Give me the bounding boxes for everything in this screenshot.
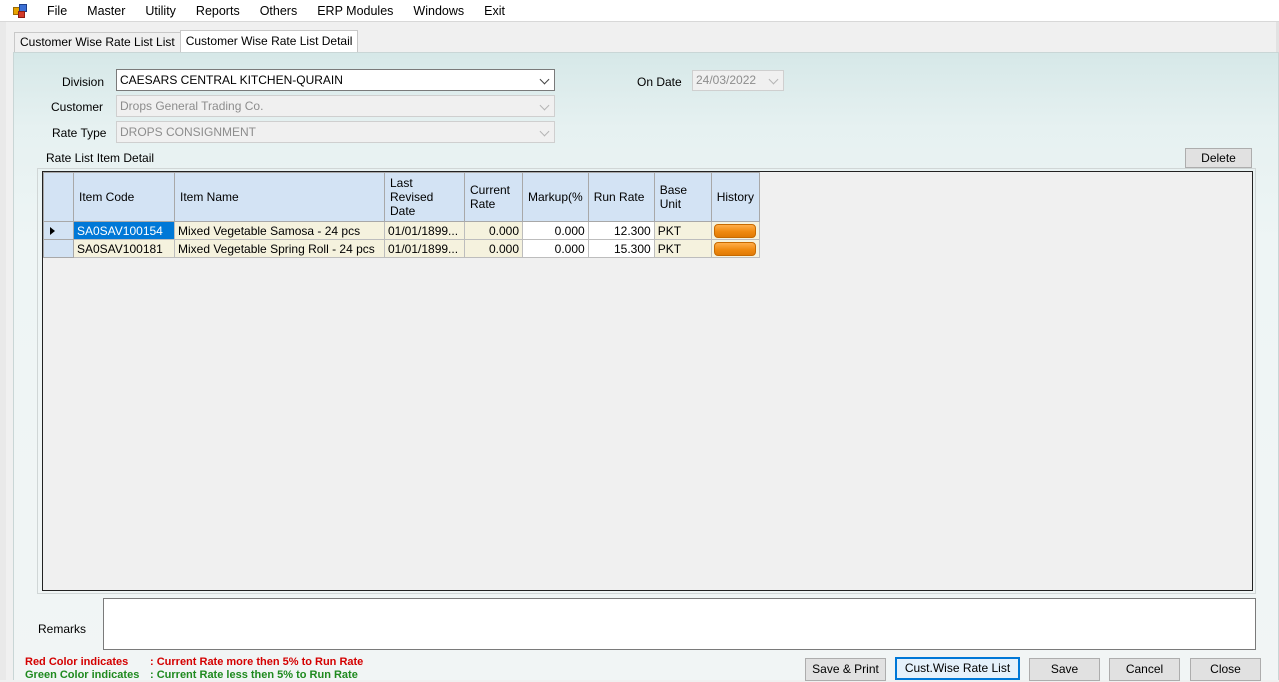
menu-exit[interactable]: Exit (474, 0, 515, 22)
cell-item-name[interactable]: Mixed Vegetable Samosa - 24 pcs (174, 221, 385, 240)
cell-last-revised-date[interactable]: 01/01/1899... (384, 221, 465, 240)
cell-base-unit[interactable]: PKT (653, 221, 712, 240)
tab-strip: Customer Wise Rate List List Customer Wi… (14, 30, 359, 53)
legend-green-prefix: Green Color indicates (25, 669, 140, 681)
grid-header-row: Item Code Item Name Last Revised Date Cu… (43, 172, 761, 222)
close-button[interactable]: Close (1190, 658, 1261, 681)
cell-current-rate[interactable]: 0.000 (464, 221, 523, 240)
cell-history (710, 221, 761, 240)
app-icon[interactable] (13, 3, 27, 18)
rate-type-value: DROPS CONSIGNMENT (120, 125, 257, 139)
menu-reports[interactable]: Reports (186, 0, 250, 22)
cell-last-revised-date[interactable]: 01/01/1899... (384, 239, 465, 258)
col-current-rate[interactable]: Current Rate (464, 172, 523, 222)
legend-green-text: : Current Rate less then 5% to Run Rate (150, 669, 358, 681)
remarks-label: Remarks (38, 622, 87, 636)
cell-item-code[interactable]: SA0SAV100154 (73, 221, 175, 240)
chevron-down-icon (768, 74, 779, 85)
on-date-picker[interactable]: 24/03/2022 (692, 70, 784, 91)
col-run-rate[interactable]: Run Rate (587, 172, 655, 222)
menu-others[interactable]: Others (250, 0, 308, 22)
menu-file[interactable]: File (37, 0, 77, 22)
rate-list-table: Item Code Item Name Last Revised Date Cu… (43, 172, 761, 258)
col-base-unit[interactable]: Base Unit (653, 172, 712, 222)
delete-button[interactable]: Delete (1185, 148, 1252, 168)
tab-rate-list-list[interactable]: Customer Wise Rate List List (14, 32, 181, 52)
cancel-button[interactable]: Cancel (1109, 658, 1180, 681)
cust-wise-rate-list-button[interactable]: Cust.Wise Rate List (895, 657, 1020, 680)
menu-master[interactable]: Master (77, 0, 135, 22)
rate-type-label: Rate Type (52, 126, 107, 140)
remarks-input[interactable] (103, 598, 1256, 650)
rate-list-grid[interactable]: Item Code Item Name Last Revised Date Cu… (42, 171, 1253, 591)
cell-history (710, 239, 761, 258)
col-markup[interactable]: Markup(% (522, 172, 589, 222)
cell-item-name[interactable]: Mixed Vegetable Spring Roll - 24 pcs (174, 239, 385, 258)
row-selector[interactable] (43, 221, 74, 240)
division-label: Division (62, 75, 105, 89)
history-button[interactable] (714, 223, 757, 238)
division-value: CAESARS CENTRAL KITCHEN-QURAIN (120, 73, 343, 87)
col-item-code[interactable]: Item Code (73, 172, 175, 222)
chevron-down-icon (539, 126, 550, 137)
cell-run-rate[interactable]: 12.300 (587, 221, 655, 240)
menu-bar: File Master Utility Reports Others ERP M… (0, 0, 1279, 22)
table-row[interactable]: SA0SAV100154 Mixed Vegetable Samosa - 24… (43, 221, 761, 240)
save-button[interactable]: Save (1029, 658, 1100, 681)
cell-item-code[interactable]: SA0SAV100181 (73, 239, 175, 258)
on-date-label: On Date (637, 75, 682, 89)
history-button[interactable] (714, 241, 757, 256)
table-row[interactable]: SA0SAV100181 Mixed Vegetable Spring Roll… (43, 239, 761, 258)
legend-red-text: : Current Rate more then 5% to Run Rate (150, 656, 364, 668)
menu-utility[interactable]: Utility (135, 0, 186, 22)
cell-base-unit[interactable]: PKT (653, 239, 712, 258)
rate-type-select[interactable]: DROPS CONSIGNMENT (116, 121, 555, 143)
save-print-button[interactable]: Save & Print (805, 658, 886, 681)
current-row-arrow-icon (50, 226, 55, 235)
tab-rate-list-detail[interactable]: Customer Wise Rate List Detail (179, 30, 359, 53)
left-frame (0, 22, 6, 680)
col-history[interactable]: History (710, 172, 761, 222)
chevron-down-icon (539, 100, 550, 111)
grid-section-label: Rate List Item Detail (46, 151, 155, 165)
legend-red-prefix: Red Color indicates (25, 656, 129, 668)
col-item-name[interactable]: Item Name (174, 172, 385, 222)
chevron-down-icon (539, 74, 550, 85)
division-select[interactable]: CAESARS CENTRAL KITCHEN-QURAIN (116, 69, 555, 91)
col-last-revised-date[interactable]: Last Revised Date (384, 172, 465, 222)
row-selector[interactable] (43, 239, 74, 258)
customer-value: Drops General Trading Co. (120, 99, 264, 113)
menu-windows[interactable]: Windows (403, 0, 474, 22)
menu-erp-modules[interactable]: ERP Modules (307, 0, 403, 22)
cell-run-rate[interactable]: 15.300 (587, 239, 655, 258)
cell-current-rate[interactable]: 0.000 (464, 239, 523, 258)
customer-label: Customer (51, 100, 104, 114)
row-header-corner (43, 172, 74, 222)
on-date-value: 24/03/2022 (696, 73, 757, 87)
customer-select[interactable]: Drops General Trading Co. (116, 95, 555, 117)
cell-markup[interactable]: 0.000 (522, 239, 589, 258)
cell-markup[interactable]: 0.000 (522, 221, 589, 240)
